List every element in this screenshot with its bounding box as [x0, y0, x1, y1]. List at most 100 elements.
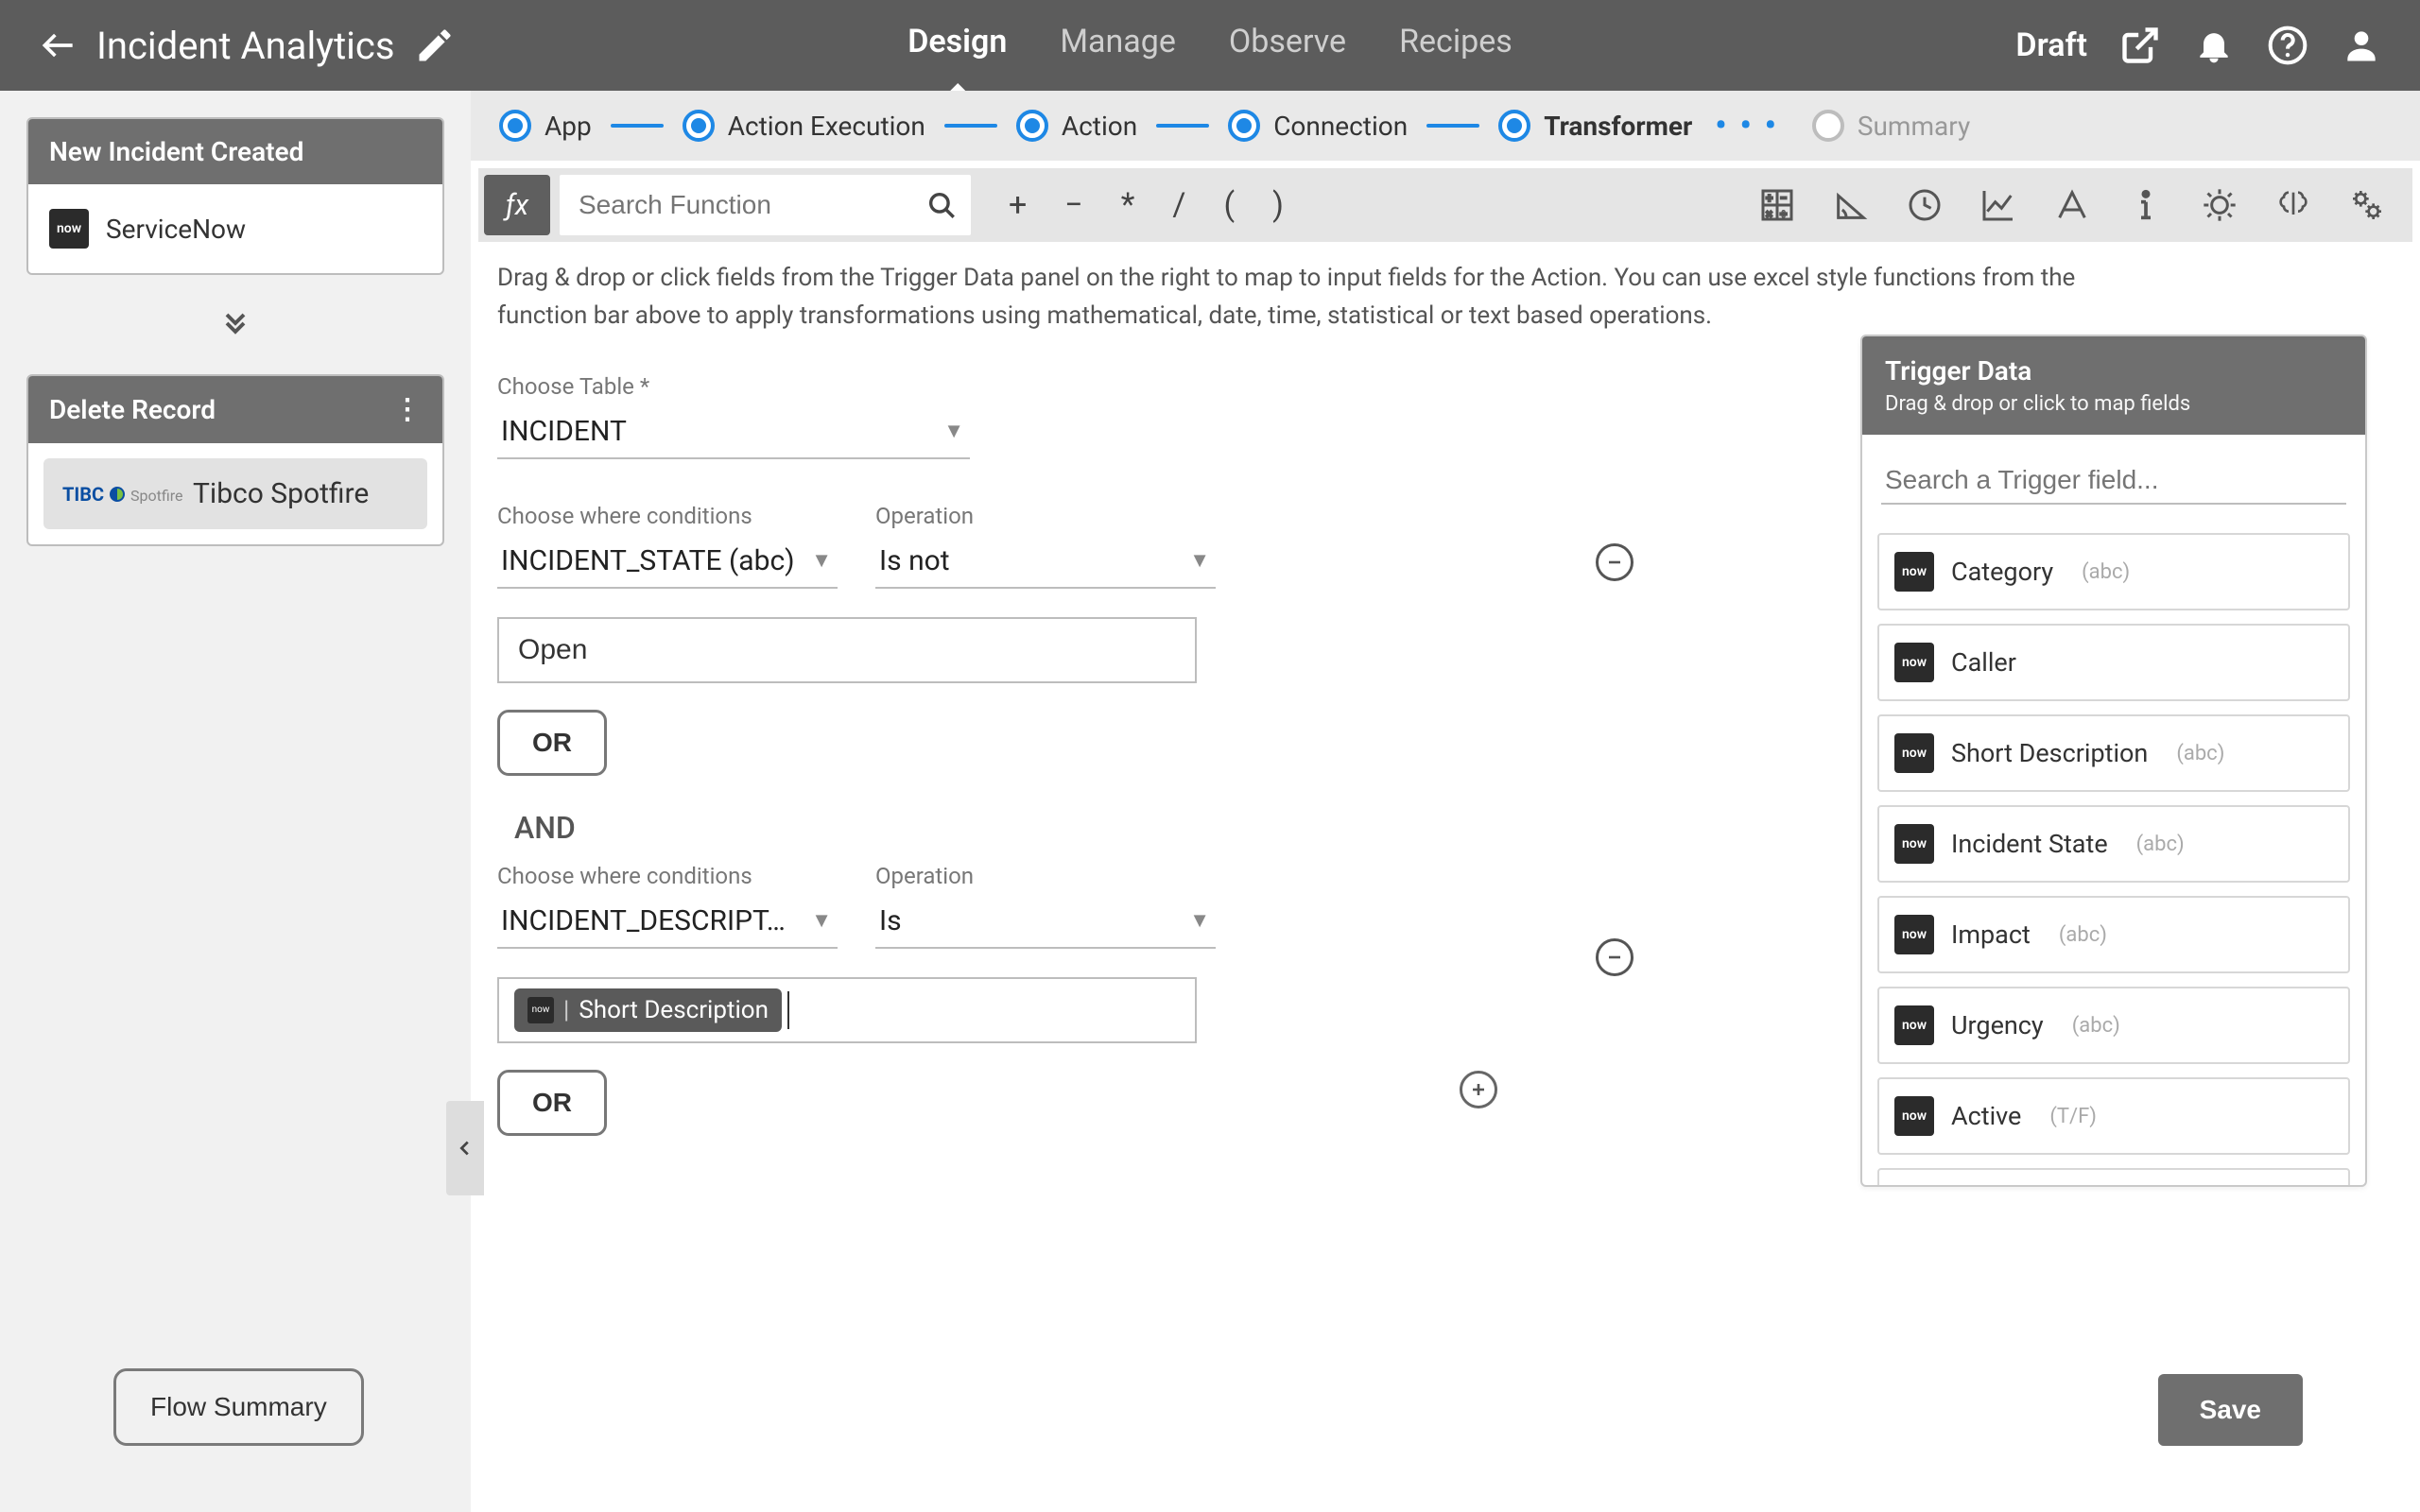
bell-icon[interactable] — [2193, 25, 2235, 66]
servicenow-icon: now — [1894, 1096, 1934, 1136]
cond2-field-value: INCIDENT_DESCRIPT… — [501, 904, 786, 937]
tab-design[interactable]: Design — [908, 23, 1007, 68]
clock-icon[interactable] — [1906, 186, 1944, 224]
step-transformer[interactable]: Transformer — [1498, 110, 1692, 142]
lightbulb-icon[interactable] — [2201, 186, 2238, 224]
trigger-search-input[interactable] — [1881, 457, 2346, 505]
step-summary[interactable]: Summary — [1812, 110, 1970, 142]
trigger-field-type: (abc) — [2082, 560, 2130, 584]
trigger-field-label: Impact — [1951, 919, 2031, 950]
page-title: Incident Analytics — [96, 24, 395, 68]
step-sep — [944, 124, 997, 128]
op-paren-open[interactable]: ( — [1223, 186, 1235, 224]
cond1-field-value: INCIDENT_STATE (abc) — [501, 544, 795, 577]
text-icon[interactable] — [2053, 186, 2091, 224]
trigger-field-label: Short Description — [1951, 738, 2148, 768]
trigger-field-due-date[interactable]: nowDue Date — [1877, 1168, 2350, 1185]
op-paren-close[interactable]: ) — [1272, 186, 1284, 224]
servicenow-icon: now — [1894, 552, 1934, 592]
cond2-value-input[interactable]: now | Short Description — [497, 977, 1197, 1043]
mapped-field-chip[interactable]: now | Short Description — [514, 988, 782, 1032]
tab-manage[interactable]: Manage — [1060, 23, 1176, 68]
cond2-field-select[interactable]: INCIDENT_DESCRIPT… ▼ — [497, 895, 838, 949]
add-condition-icon[interactable] — [1460, 1071, 1497, 1108]
angle-icon[interactable] — [1832, 186, 1870, 224]
gears-icon[interactable] — [2348, 186, 2386, 224]
trigger-field-caller[interactable]: nowCaller — [1877, 624, 2350, 701]
step-label: App — [544, 111, 592, 142]
table-select[interactable]: INCIDENT ▼ — [497, 405, 970, 459]
caret-down-icon: ▼ — [1189, 908, 1210, 933]
chip-label: Short Description — [579, 996, 769, 1024]
back-arrow-icon[interactable] — [38, 25, 79, 66]
edit-icon[interactable] — [414, 25, 456, 66]
trigger-field-label: Active — [1951, 1101, 2021, 1131]
trigger-field-category[interactable]: nowCategory(abc) — [1877, 533, 2350, 610]
chart-icon[interactable] — [1979, 186, 2017, 224]
cond2-op-select[interactable]: Is ▼ — [875, 895, 1216, 949]
trigger-field-type: (abc) — [2059, 923, 2107, 947]
save-button[interactable]: Save — [2158, 1374, 2303, 1446]
cond-label: Choose where conditions — [497, 863, 838, 889]
step-dots: ••• — [1715, 107, 1789, 145]
trigger-field-urgency[interactable]: nowUrgency(abc) — [1877, 987, 2350, 1064]
step-connection[interactable]: Connection — [1228, 110, 1408, 142]
step-label: Connection — [1273, 111, 1408, 142]
svg-text:+: + — [1766, 192, 1772, 205]
trigger-field-label: Urgency — [1951, 1010, 2044, 1040]
help-icon[interactable] — [2267, 25, 2308, 66]
trigger-card[interactable]: New Incident Created now ServiceNow — [26, 117, 444, 275]
step-label: Transformer — [1544, 111, 1692, 142]
sidebar: New Incident Created now ServiceNow Dele… — [0, 91, 471, 1512]
open-external-icon[interactable] — [2119, 25, 2161, 66]
remove-condition-icon[interactable] — [1596, 543, 1634, 581]
cond-label: Choose where conditions — [497, 503, 838, 529]
step-action[interactable]: Action — [1016, 110, 1137, 142]
servicenow-icon: now — [1894, 824, 1934, 864]
or-button-1[interactable]: OR — [497, 710, 607, 776]
op-label: Operation — [875, 503, 1216, 529]
or-button-2[interactable]: OR — [497, 1070, 607, 1136]
step-action-execution[interactable]: Action Execution — [683, 110, 925, 142]
trigger-field-active[interactable]: nowActive(T/F) — [1877, 1077, 2350, 1155]
step-label: Action Execution — [728, 111, 925, 142]
caret-down-icon: ▼ — [811, 908, 832, 933]
cond1-value-input[interactable] — [497, 617, 1197, 683]
trigger-connector-label: ServiceNow — [106, 214, 246, 245]
action-card[interactable]: Delete Record ⋮ TIBCSpotfire Tibco Spotf… — [26, 374, 444, 546]
servicenow-icon: now — [1894, 733, 1934, 773]
user-icon[interactable] — [2341, 25, 2382, 66]
brain-icon[interactable] — [2274, 186, 2312, 224]
remove-condition-icon[interactable] — [1596, 938, 1634, 976]
cond1-op-select[interactable]: Is not ▼ — [875, 535, 1216, 589]
svg-text:Spotfire: Spotfire — [130, 487, 182, 505]
svg-text:÷: ÷ — [1780, 207, 1787, 220]
trigger-field-impact[interactable]: nowImpact(abc) — [1877, 896, 2350, 973]
trigger-field-short-description[interactable]: nowShort Description(abc) — [1877, 714, 2350, 792]
collapse-handle-icon[interactable] — [446, 1101, 484, 1195]
search-icon[interactable] — [925, 189, 958, 221]
cursor-icon — [787, 991, 789, 1029]
function-search-input[interactable] — [560, 175, 971, 235]
servicenow-icon: now — [49, 209, 89, 249]
servicenow-icon: now — [1894, 1005, 1934, 1045]
main-panel: App Action Execution Action Connection T… — [471, 91, 2420, 1512]
fx-icon[interactable]: ƒx — [484, 175, 550, 235]
op-plus[interactable]: + — [1009, 186, 1027, 224]
flow-arrow-icon — [26, 303, 444, 346]
trigger-field-incident-state[interactable]: nowIncident State(abc) — [1877, 805, 2350, 883]
op-div[interactable]: / — [1172, 186, 1185, 224]
cond1-field-select[interactable]: INCIDENT_STATE (abc) ▼ — [497, 535, 838, 589]
function-bar: ƒx + − * / ( ) +−×÷ — [478, 168, 2412, 242]
step-app[interactable]: App — [499, 110, 592, 142]
flow-summary-button[interactable]: Flow Summary — [113, 1368, 364, 1446]
more-vert-icon[interactable]: ⋮ — [393, 393, 422, 426]
tab-recipes[interactable]: Recipes — [1399, 23, 1512, 68]
tab-observe[interactable]: Observe — [1229, 23, 1346, 68]
op-mul[interactable]: * — [1121, 186, 1135, 224]
op-minus[interactable]: − — [1064, 186, 1082, 224]
calc-icon[interactable]: +−×÷ — [1758, 186, 1796, 224]
info-icon[interactable] — [2127, 186, 2165, 224]
main-tabs: Design Manage Observe Recipes — [908, 23, 1512, 68]
table-value: INCIDENT — [501, 415, 627, 448]
